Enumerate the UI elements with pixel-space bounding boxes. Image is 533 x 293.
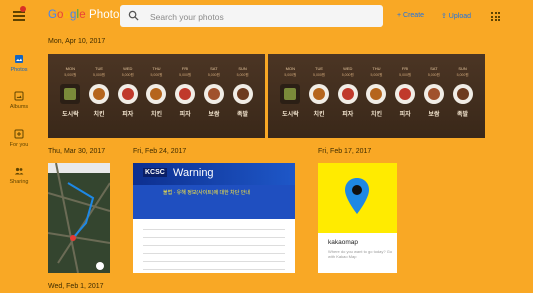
menu-day: MON 5,000원 도시락 [60,66,81,118]
menu-day: MON 5,000원 도시락 [280,66,301,118]
menu-day: THU 5,000원 치킨 [145,66,167,118]
sidebar-item-label: Sharing [9,179,29,185]
date-header: Thu, Mar 30, 2017 [48,148,106,155]
map-pin-icon [345,178,369,214]
map-screenshot-image [48,163,110,273]
date-header: Fri, Feb 24, 2017 [133,148,187,155]
menu-day: TUE 5,000원 치킨 [88,66,110,118]
photo-thumbnail-map[interactable] [48,163,110,273]
kakaomap-title: kakaomap [328,239,358,246]
sidebar-item-label: Photos [10,67,28,73]
date-header: Wed, Feb 1, 2017 [48,283,104,290]
warning-title: Warning [173,167,214,179]
date-header: Mon, Apr 10, 2017 [48,38,106,45]
search-input[interactable] [148,8,372,26]
photo-thumbnail-warning[interactable]: KCSC Warning 불법 · 유해 정보(사이트)에 대한 차단 안내 [133,163,295,273]
photo-thumbnail[interactable]: MON 5,000원 도시락 TUE 5,000원 치킨 WED 5,000원 피자 THU… [48,54,265,138]
for-you-icon [14,129,24,139]
menu-day: SAT 5,000원 보쌈 [203,66,225,118]
warning-notice: 불법 · 유해 정보(사이트)에 대한 차단 안내 [133,185,295,219]
menu-day: WED 5,000원 피자 [337,66,359,118]
kakao-yellow-area [318,163,397,233]
menu-day: WED 5,000원 피자 [117,66,139,118]
sidebar-item-photos[interactable]: Photos [0,54,38,73]
create-button[interactable]: + Create [397,12,424,19]
apps-grid-icon[interactable] [491,12,500,21]
menu-day: TUE 5,000원 치킨 [308,66,330,118]
google-photos-logo[interactable]: Google Photos [48,9,125,21]
sharing-icon [14,167,24,175]
kakaomap-tagline: Where do you want to go today? Go with K… [328,249,393,259]
photos-icon [15,55,23,63]
menu-day: FRI 5,000원 피자 [394,66,416,118]
photo-thumbnail-kakaomap[interactable]: kakaomap Where do you want to go today? … [318,163,397,273]
warning-header: KCSC Warning [133,163,295,185]
kcsc-badge: KCSC [143,168,167,177]
albums-icon [14,91,24,101]
search-box[interactable] [120,5,383,27]
photo-thumbnail[interactable]: MON 5,000원 도시락 TUE 5,000원 치킨 WED 5,000원 피자 THU… [268,54,485,138]
sidebar-item-label: Albums [9,104,29,110]
top-bar: Google Photos + Create ⇪ Upload [0,0,533,33]
warning-table [133,219,295,273]
sidebar-item-label: For you [9,142,29,148]
menu-day: SAT 5,000원 보쌈 [423,66,445,118]
upload-button[interactable]: ⇪ Upload [441,12,471,20]
search-icon [128,10,139,21]
warning-notice-text: 불법 · 유해 정보(사이트)에 대한 차단 안내 [163,190,250,196]
menu-day: FRI 5,000원 피자 [174,66,196,118]
date-header: Fri, Feb 17, 2017 [318,148,372,155]
menu-day: THU 5,000원 치킨 [365,66,387,118]
menu-day: SUN 5,000원 족발 [452,66,474,118]
sidebar-item-for-you[interactable]: For you [0,129,38,148]
sidebar-item-sharing[interactable]: Sharing [0,166,38,185]
menu-icon[interactable] [13,11,25,21]
sidebar-item-albums[interactable]: Albums [0,91,38,110]
notification-dot [20,6,26,12]
menu-day: SUN 5,000원 족발 [232,66,254,118]
menu-banner-row: MON 5,000원 도시락 TUE 5,000원 치킨 WED 5,000원 피자 THU… [268,66,485,118]
menu-banner-row: MON 5,000원 도시락 TUE 5,000원 치킨 WED 5,000원 피자 THU… [48,66,265,118]
